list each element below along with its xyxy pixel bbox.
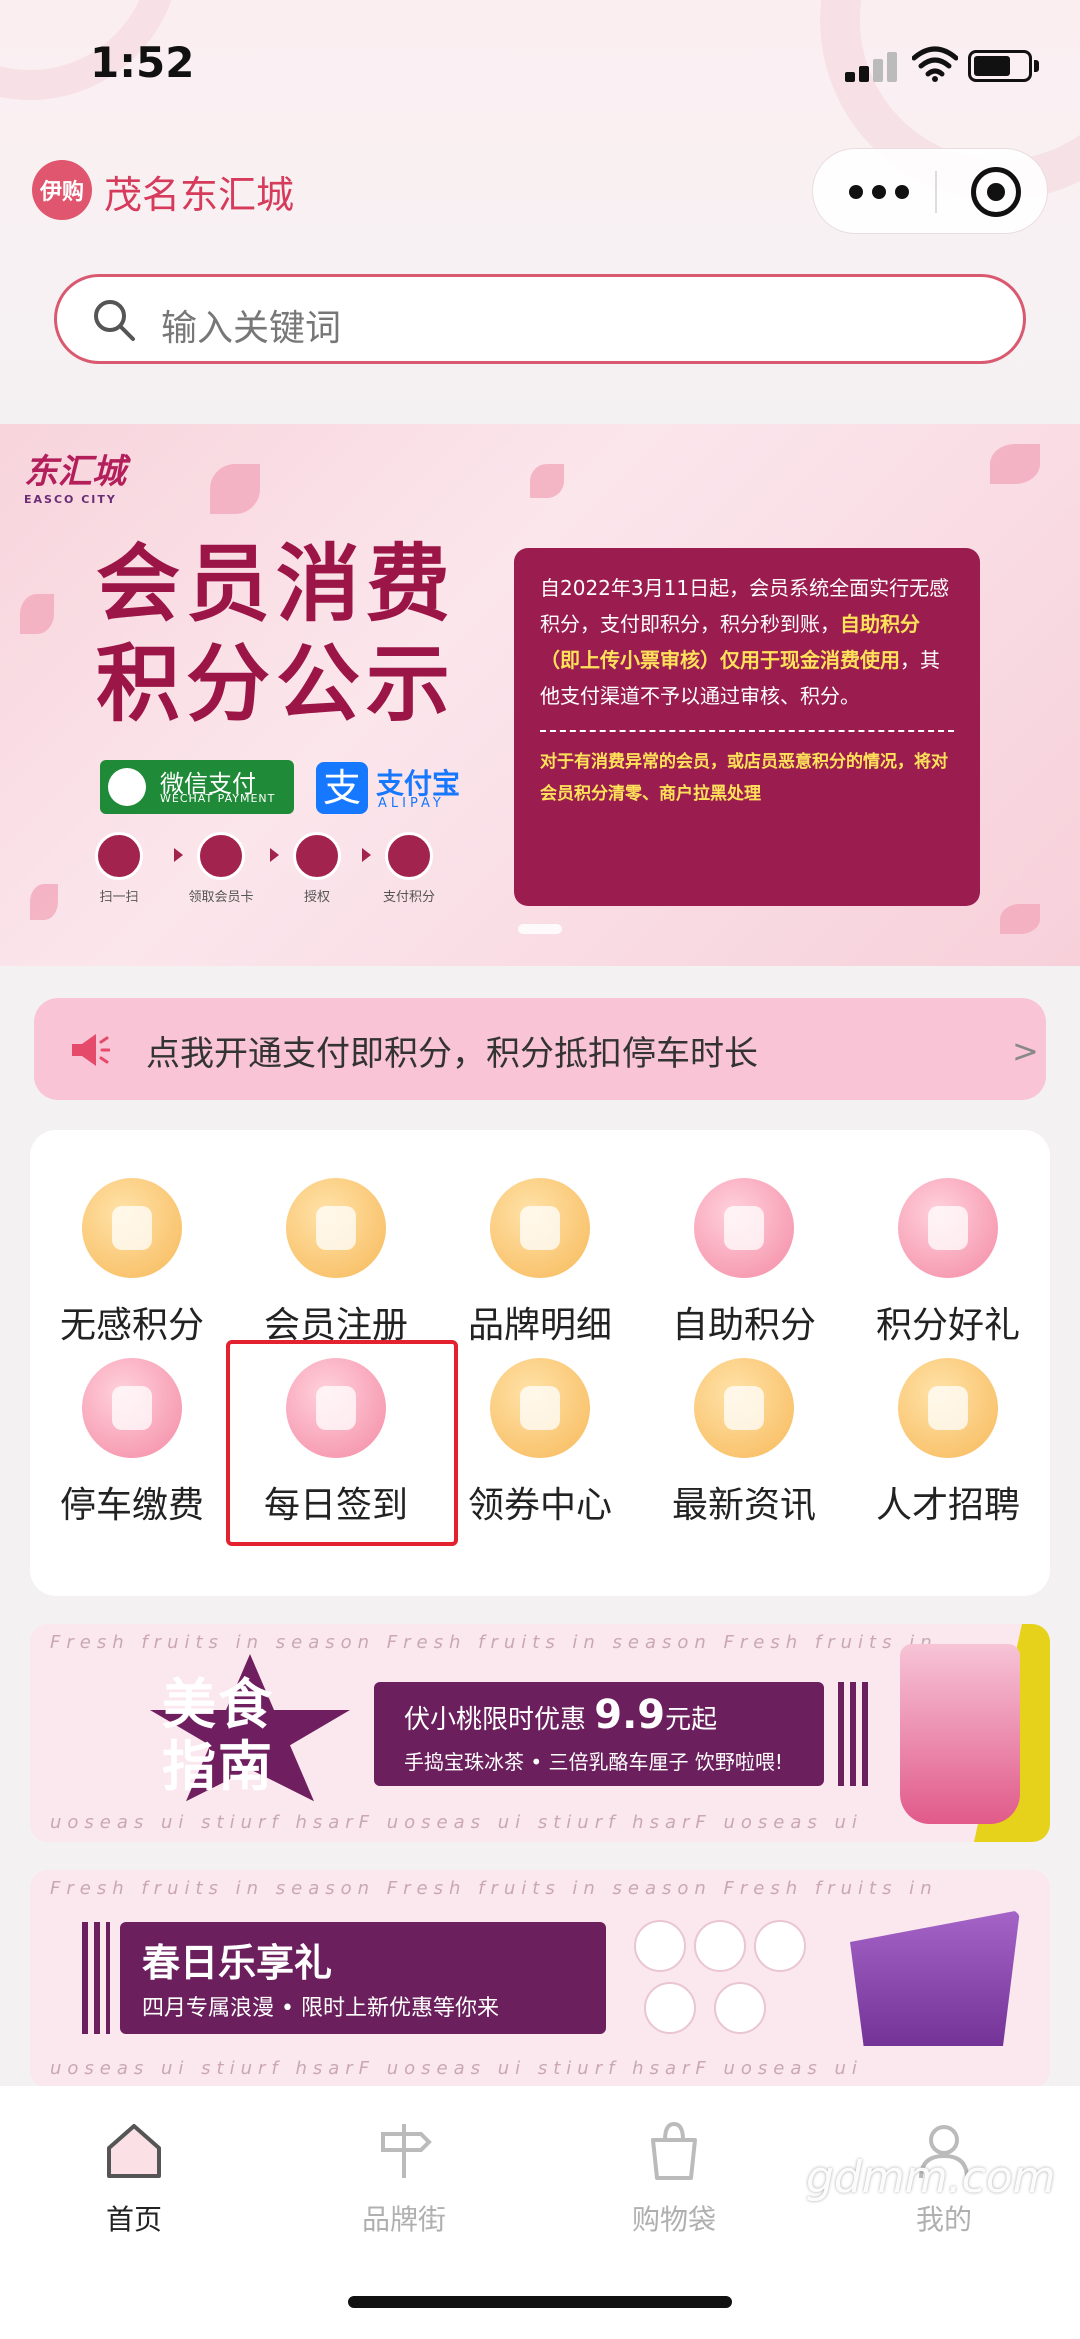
drink-cup-image — [900, 1644, 1020, 1824]
home-icon — [107, 2124, 161, 2178]
dashed-divider — [540, 730, 954, 732]
search-placeholder: 输入关键词 — [161, 308, 342, 349]
points-notice-panel: 自2022年3月11日起，会员系统全面实行无感积分，支付即积分，积分秒到账，自助… — [514, 548, 980, 906]
authorize-icon — [293, 832, 341, 880]
alipay-logo: 支 支付宝 ALIPAY — [316, 760, 480, 814]
grid-item-latest-news[interactable]: 最新资讯 — [642, 1358, 846, 1538]
stripes-decoration — [82, 1922, 110, 2034]
scroll-text-top: Fresh fruits in season Fresh fruits in s… — [50, 1632, 938, 1653]
highlight-box — [226, 1340, 458, 1546]
app-title: 茂名东汇城 — [104, 173, 295, 217]
chevron-right-icon: > — [1012, 1032, 1039, 1070]
person-icon — [898, 1358, 998, 1458]
shopping-bag-icon — [694, 1178, 794, 1278]
brand-logos — [634, 1920, 814, 2040]
watermark: gdmm.com — [806, 2152, 1056, 2203]
warning-text: 对于有消费异常的会员，或店员恶意积分的情况，将对会员积分清零、商户拉黑处理 — [540, 752, 948, 804]
step-authorize: 授权 — [272, 832, 362, 905]
wechat-pay-logo: 微信支付 WECHAT PAYMENT — [100, 760, 294, 814]
bag-coin-icon — [82, 1178, 182, 1278]
banner-headline: 会员消费 积分公示 — [96, 535, 457, 733]
app-logo: 伊购 — [32, 160, 92, 220]
food-promo-panel: 伏小桃限时优惠 9.9元起 手捣宝珠冰茶 • 三倍乳酪车厘子 饮野啦喂! — [374, 1682, 824, 1786]
grid-item-brand-details[interactable]: 品牌明细 — [438, 1178, 642, 1358]
coins-icon — [385, 832, 433, 880]
tab-home[interactable]: 首页 — [34, 2118, 234, 2238]
wifi-icon — [912, 46, 958, 82]
wechat-pay-icon — [108, 768, 146, 806]
scroll-text-bottom: uoseas ui stiurf hsarF uoseas ui stiurf … — [50, 2058, 863, 2079]
spring-promo-panel: 春日乐享礼 四月专属浪漫 • 限时上新优惠等你来 — [120, 1922, 606, 2034]
step-pay-points: 支付积分 — [364, 832, 454, 905]
payment-points-promo[interactable]: 点我开通支付即积分，积分抵扣停车时长 > — [34, 998, 1046, 1100]
search-icon — [94, 300, 135, 341]
location-pin-icon — [490, 1178, 590, 1278]
close-mini-program-button[interactable] — [971, 167, 1021, 217]
shopping-bag-icon — [651, 2121, 697, 2180]
flower-parking-icon — [82, 1358, 182, 1458]
membership-points-banner[interactable]: 东汇城 EASCO CITY 会员消费 积分公示 微信支付 WECHAT PAY… — [0, 424, 1080, 966]
mini-program-capsule — [812, 148, 1048, 234]
scan-icon — [95, 832, 143, 880]
step-member-card: 领取会员卡 — [176, 832, 266, 905]
scroll-text-bottom: uoseas ui stiurf hsarF uoseas ui stiurf … — [50, 1812, 863, 1833]
stripes-decoration — [838, 1682, 874, 1786]
member-badge-icon — [286, 1178, 386, 1278]
grid-item-member-register[interactable]: 会员注册 — [234, 1178, 438, 1358]
food-guide-banner[interactable]: Fresh fruits in season Fresh fruits in s… — [30, 1624, 1050, 1842]
vip-card-icon — [197, 832, 245, 880]
grid-item-coupon-center[interactable]: 领券中心 — [438, 1358, 642, 1538]
grid-item-parking-payment[interactable]: 停车缴费 — [30, 1358, 234, 1538]
more-options-button[interactable] — [849, 177, 909, 207]
promo-text: 点我开通支付即积分，积分抵扣停车时长 — [146, 1034, 758, 1074]
gift-icon — [898, 1178, 998, 1278]
grid-item-no-sense-points[interactable]: 无感积分 — [30, 1178, 234, 1358]
food-guide-title: 美食 指南 — [162, 1673, 274, 1798]
spring-gift-banner[interactable]: Fresh fruits in season Fresh fruits in s… — [30, 1870, 1050, 2088]
scroll-text-top: Fresh fruits in season Fresh fruits in s… — [50, 1878, 938, 1899]
carousel-indicator — [518, 924, 562, 934]
grid-item-points-gifts[interactable]: 积分好礼 — [846, 1178, 1050, 1358]
function-grid: 无感积分 会员注册 品牌明细 自助积分 积分好礼 停车缴费 每日签到 领券中心 … — [30, 1130, 1050, 1596]
battery-icon — [968, 50, 1040, 82]
status-time: 1:52 — [90, 38, 195, 87]
points-steps: 扫一扫 领取会员卡 授权 支付积分 — [94, 832, 494, 922]
alipay-icon: 支 — [316, 762, 368, 814]
signpost-icon — [381, 2124, 432, 2178]
home-indicator[interactable] — [348, 2296, 732, 2308]
grid-item-self-points[interactable]: 自助积分 — [642, 1178, 846, 1358]
capsule-divider — [935, 171, 937, 213]
grid-item-recruitment[interactable]: 人才招聘 — [846, 1358, 1050, 1538]
search-input[interactable]: 输入关键词 — [54, 274, 1026, 364]
tab-shopping-bag[interactable]: 购物袋 — [574, 2118, 774, 2238]
tab-brand-street[interactable]: 品牌街 — [304, 2118, 504, 2238]
shopping-cart-image — [850, 1910, 1020, 2046]
play-news-icon — [694, 1358, 794, 1458]
coupon-icon — [490, 1358, 590, 1458]
mall-brand-logo: 东汇城 EASCO CITY — [24, 452, 126, 506]
megaphone-icon — [72, 1034, 110, 1066]
cellular-signal-icon — [845, 52, 897, 82]
step-scan: 扫一扫 — [74, 832, 164, 905]
status-bar: 1:52 — [0, 0, 1080, 130]
